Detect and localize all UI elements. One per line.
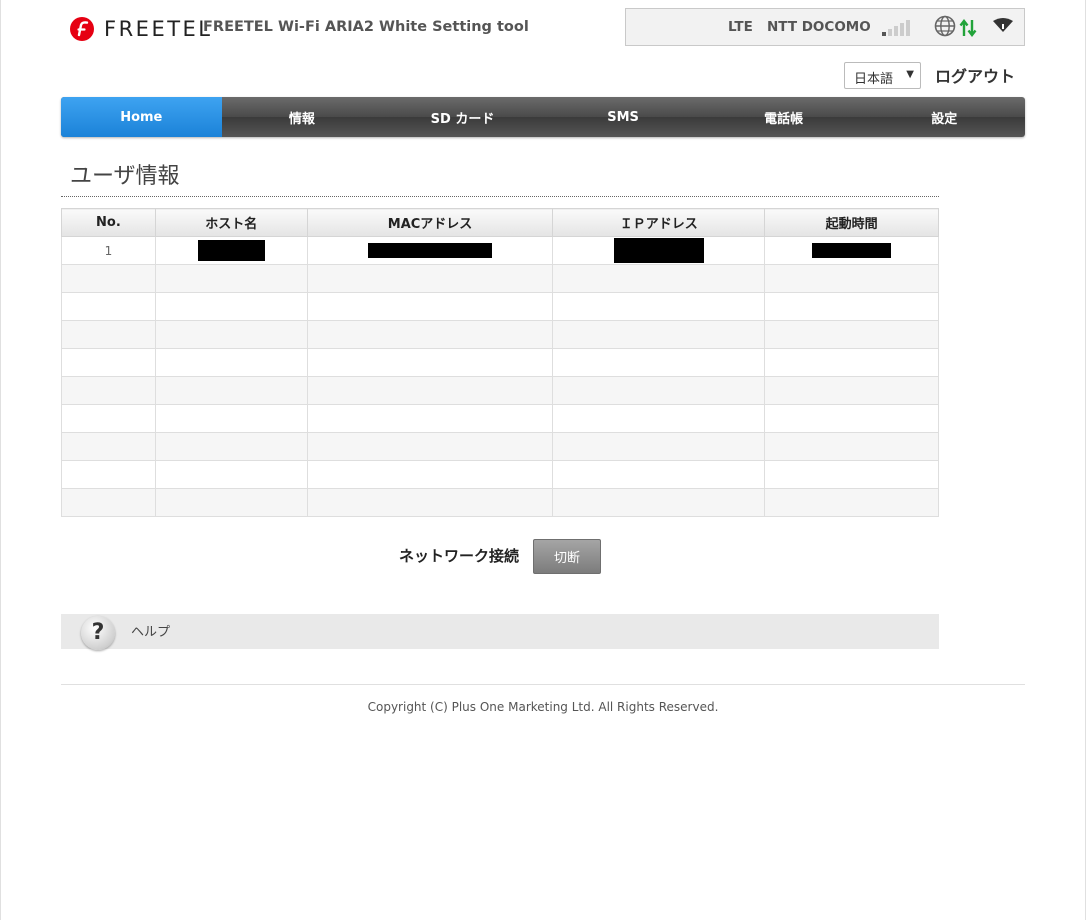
globe-icon [934, 15, 956, 37]
dropdown-arrow-icon: ▼ [906, 69, 914, 80]
table-row [61, 292, 939, 321]
redaction-block [812, 243, 892, 258]
redaction-block [613, 238, 704, 263]
footer-divider [61, 684, 1025, 685]
language-select[interactable]: 日本語 ▼ [844, 62, 921, 89]
status-panel: LTE NTT DOCOMO [625, 8, 1025, 46]
nav-tab-sd-card[interactable]: SD カード [382, 97, 543, 137]
cell-ip-address [552, 236, 766, 265]
table-row [61, 488, 939, 517]
brand-name: FREETEL [104, 17, 213, 41]
table-row [61, 404, 939, 433]
nav-tab-home[interactable]: Home [61, 97, 222, 137]
disconnect-button[interactable]: 切断 [533, 539, 601, 574]
carrier-name: NTT DOCOMO [767, 19, 871, 35]
signal-strength-icon [882, 20, 910, 36]
table-row [61, 432, 939, 461]
table-row [61, 460, 939, 489]
table-row [61, 264, 939, 293]
nav-tab-info[interactable]: 情報 [222, 97, 383, 137]
redaction-block [368, 243, 493, 258]
nav-tab-phonebook[interactable]: 電話帳 [703, 97, 864, 137]
main-nav: Home 情報 SD カード SMS 電話帳 設定 [61, 97, 1025, 137]
table-header-row: No. ホスト名 MACアドレス ＩＰアドレス 起動時間 [61, 208, 939, 237]
connected-users-table: No. ホスト名 MACアドレス ＩＰアドレス 起動時間 1 [61, 208, 939, 517]
help-label[interactable]: ヘルプ [131, 621, 170, 640]
app-title: FREETEL Wi-Fi ARIA2 White Setting tool [203, 19, 529, 35]
freetel-logo-mark-icon [70, 17, 94, 41]
language-selected-value: 日本語 [854, 72, 894, 87]
help-bar[interactable]: ? ヘルプ [61, 614, 939, 650]
wifi-icon [993, 18, 1013, 32]
redaction-block [197, 240, 265, 261]
logout-link[interactable]: ログアウト [935, 63, 1015, 87]
data-transfer-icon [959, 19, 977, 37]
table-row: 1 [61, 236, 939, 265]
cell-no: 1 [61, 236, 156, 265]
column-header-ip-address: ＩＰアドレス [552, 208, 766, 237]
title-divider [61, 196, 939, 197]
freetel-logo: FREETEL [70, 16, 213, 42]
table-row [61, 348, 939, 377]
cell-mac-address [306, 236, 554, 265]
nav-tab-sms[interactable]: SMS [543, 97, 704, 137]
nav-tab-settings[interactable]: 設定 [864, 97, 1025, 137]
table-row [61, 376, 939, 405]
cell-uptime [764, 236, 939, 265]
column-header-no: No. [61, 208, 156, 237]
column-header-uptime: 起動時間 [764, 208, 939, 237]
cell-hostname [154, 236, 308, 265]
table-row [61, 320, 939, 349]
help-question-icon[interactable]: ? [81, 616, 115, 650]
column-header-mac-address: MACアドレス [306, 208, 554, 237]
page-title: ユーザ情報 [70, 164, 180, 189]
column-header-hostname: ホスト名 [154, 208, 308, 237]
network-connection-label: ネットワーク接続 [399, 547, 520, 565]
network-type: LTE [728, 19, 753, 35]
copyright-text: Copyright (C) Plus One Marketing Ltd. Al… [367, 700, 719, 714]
